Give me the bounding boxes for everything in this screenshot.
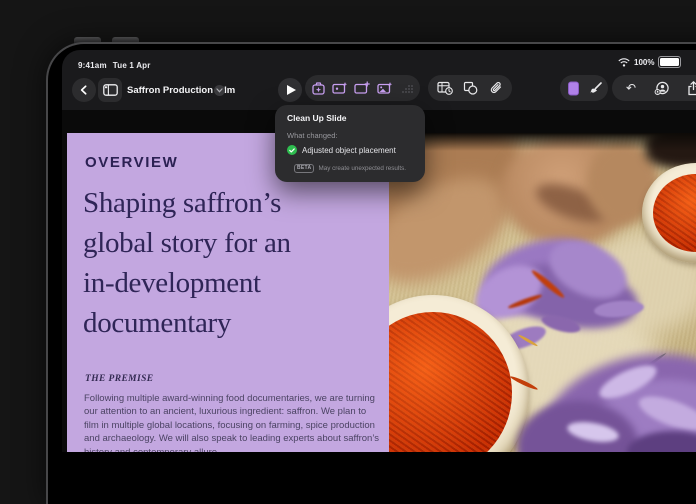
- popup-beta-row: BETA May create unexpected results.: [275, 164, 425, 173]
- title-chevron-icon: [216, 88, 223, 93]
- back-button[interactable]: [72, 78, 96, 102]
- slide-headline[interactable]: Shaping saffron’s global story for an in…: [83, 183, 383, 343]
- draw-brush-icon: [588, 81, 603, 96]
- clean-up-button[interactable]: [309, 79, 327, 97]
- new-slide-icon: [354, 81, 370, 95]
- headline-line: global story for an: [83, 223, 383, 263]
- status-date: Tue 1 Apr: [113, 61, 151, 70]
- ai-new-slide-button[interactable]: [331, 79, 349, 97]
- status-indicators: 100%: [618, 56, 681, 68]
- ai-new-slide-icon: [332, 81, 348, 95]
- insert-toolbar-group: [305, 75, 420, 101]
- format-toolbar-group: [560, 75, 608, 101]
- new-slide-button[interactable]: [353, 79, 371, 97]
- attachment-icon: [489, 81, 503, 95]
- shapes-icon: [463, 81, 478, 95]
- chart-button-disabled: [398, 79, 416, 97]
- media-toolbar-group: [428, 75, 512, 101]
- table-chart-icon: [437, 81, 453, 95]
- attachment-button[interactable]: [487, 79, 505, 97]
- format-button-selected[interactable]: [564, 79, 582, 97]
- wifi-icon: [618, 58, 630, 67]
- headline-line: Shaping saffron’s: [83, 183, 383, 223]
- beta-badge: BETA: [294, 164, 314, 173]
- share-icon: [687, 81, 696, 96]
- status-time: 9:41am: [78, 61, 107, 70]
- headline-line: in-development: [83, 263, 383, 303]
- draw-brush-button[interactable]: [586, 79, 604, 97]
- slide-navigator-button[interactable]: [98, 78, 122, 102]
- photo-top-shadow: [389, 133, 696, 151]
- top-bar: 9:41amTue 1 Apr 100% Saffron Producti: [62, 50, 696, 110]
- clean-up-icon: [311, 81, 326, 96]
- format-icon: [567, 81, 580, 96]
- play-button[interactable]: [278, 78, 302, 102]
- chart-icon: [400, 82, 414, 95]
- battery-percent: 100%: [634, 58, 654, 67]
- collaborate-icon: [654, 81, 670, 96]
- slide-navigator-icon: [103, 84, 118, 96]
- shapes-button[interactable]: [461, 79, 479, 97]
- slide-section-label[interactable]: THE PREMISE: [85, 374, 154, 384]
- ai-image-button[interactable]: [376, 79, 394, 97]
- collaborate-button[interactable]: [653, 79, 671, 97]
- undo-button[interactable]: ↶: [622, 79, 640, 97]
- status-time-date: 9:41am Tue 1 Apr: [78, 61, 157, 70]
- ipad-screen: 9:41amTue 1 Apr 100% Saffron Producti: [62, 50, 696, 452]
- action-toolbar-group: ↶ ···: [612, 75, 696, 101]
- play-icon: [287, 85, 296, 95]
- slide-photo[interactable]: [389, 133, 696, 452]
- slide-eyebrow[interactable]: OVERVIEW: [85, 154, 178, 171]
- document-title-menu-button[interactable]: [214, 85, 225, 96]
- slide-body-text[interactable]: Following multiple award-winning food do…: [84, 392, 382, 452]
- battery-icon: [658, 56, 681, 68]
- popup-title: Clean Up Slide: [287, 113, 347, 123]
- headline-line: documentary: [83, 303, 383, 343]
- share-button[interactable]: [684, 79, 696, 97]
- clean-up-popup: Clean Up Slide What changed: Adjusted ob…: [275, 105, 425, 182]
- popup-subtitle: What changed:: [287, 131, 337, 140]
- back-icon: [79, 85, 89, 95]
- popup-change-text: Adjusted object placement: [302, 146, 396, 155]
- table-chart-button[interactable]: [436, 79, 454, 97]
- undo-icon: ↶: [626, 82, 636, 94]
- beta-note: May create unexpected results.: [318, 165, 406, 172]
- checkmark-icon: [287, 145, 297, 155]
- popup-change-row: Adjusted object placement: [287, 145, 396, 155]
- ai-image-icon: [377, 81, 393, 95]
